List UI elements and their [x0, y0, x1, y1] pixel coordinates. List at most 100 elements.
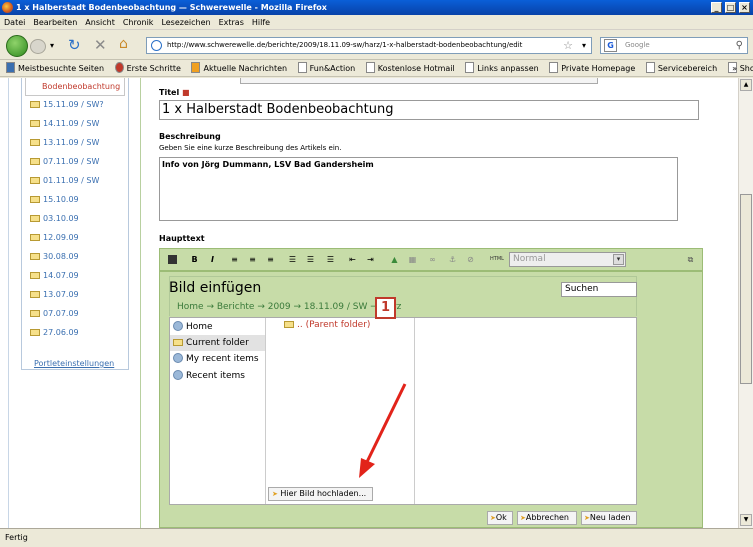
- bookmark-item[interactable]: Aktuelle Nachrichten: [191, 62, 287, 73]
- folder-icon: [30, 158, 40, 165]
- link-icon[interactable]: ∞: [428, 255, 437, 264]
- definition-list-icon[interactable]: ☰: [326, 255, 335, 264]
- column-divider: [140, 78, 141, 528]
- bold-icon[interactable]: B: [190, 255, 199, 264]
- scroll-up-icon[interactable]: ▲: [740, 79, 752, 91]
- bookmarks-toolbar: Meistbesuchte Seiten Erste Schritte Aktu…: [0, 61, 753, 77]
- menu-ansicht[interactable]: Ansicht: [81, 15, 119, 30]
- sidebar-item[interactable]: 27.06.09: [30, 328, 79, 337]
- url-text: http://www.schwerewelle.de/berichte/2009…: [167, 41, 523, 49]
- url-dropdown-icon[interactable]: ▾: [582, 38, 586, 53]
- menu-extras[interactable]: Extras: [215, 15, 248, 30]
- page-icon: [549, 62, 559, 73]
- menu-chronik[interactable]: Chronik: [119, 15, 158, 30]
- sidebar-item[interactable]: 03.10.09: [30, 214, 79, 223]
- scroll-down-icon[interactable]: ▼: [740, 514, 752, 526]
- sidebar-item[interactable]: 14.07.09: [30, 271, 79, 280]
- nav-current-folder[interactable]: Current folder: [170, 335, 265, 351]
- align-left-icon[interactable]: ≡: [230, 255, 239, 264]
- indent-icon[interactable]: ⇥: [366, 255, 375, 264]
- bookmarks-overflow-icon[interactable]: »: [732, 61, 737, 77]
- reload-button[interactable]: ➤Neu laden: [581, 511, 637, 525]
- window-title: 1 x Halberstadt Bodenbeobachtung — Schwe…: [16, 3, 327, 12]
- page-icon: [365, 62, 375, 73]
- outdent-icon[interactable]: ⇤: [348, 255, 357, 264]
- align-center-icon[interactable]: ≡: [248, 255, 257, 264]
- edit-tabs-strip[interactable]: [240, 78, 598, 84]
- folder-icon: [30, 310, 40, 317]
- sidebar-item[interactable]: 13.11.09 / SW: [30, 138, 99, 147]
- sidebar-item[interactable]: 15.10.09: [30, 195, 79, 204]
- sidebar-item[interactable]: 14.11.09 / SW: [30, 119, 99, 128]
- site-identity-icon[interactable]: [151, 40, 162, 51]
- url-bar[interactable]: http://www.schwerewelle.de/berichte/2009…: [146, 37, 592, 54]
- browser-nav-column: Home Current folder My recent items Rece…: [170, 318, 266, 504]
- sidebar-item[interactable]: 13.07.09: [30, 290, 79, 299]
- save-icon[interactable]: [168, 255, 177, 264]
- html-source-icon[interactable]: HTML: [490, 255, 504, 264]
- title-input[interactable]: 1 x Halberstadt Bodenbeobachtung: [159, 100, 699, 120]
- upload-image-button[interactable]: ➤ Hier Bild hochladen...: [268, 487, 373, 501]
- annotation-arrow: [359, 383, 407, 478]
- google-engine-icon[interactable]: G: [604, 39, 617, 52]
- scrollbar-thumb[interactable]: [740, 194, 752, 384]
- maximize-button[interactable]: □: [725, 2, 736, 13]
- parent-folder-link[interactable]: .. (Parent folder): [284, 320, 370, 330]
- search-input[interactable]: G Google ⚲: [600, 37, 748, 54]
- fullscreen-icon[interactable]: ⧉: [686, 255, 695, 264]
- bookmark-item[interactable]: Meistbesuchte Seiten: [6, 62, 104, 73]
- history-dropdown-icon[interactable]: ▾: [50, 41, 54, 50]
- bookmark-item[interactable]: Private Homepage: [549, 62, 635, 73]
- italic-icon[interactable]: I: [208, 255, 217, 264]
- sidebar-item[interactable]: 01.11.09 / SW: [30, 176, 99, 185]
- bookmark-item[interactable]: Kostenlose Hotmail: [365, 62, 455, 73]
- bookmark-item[interactable]: Erste Schritte: [114, 62, 181, 73]
- insert-image-icon[interactable]: ▲: [390, 255, 399, 264]
- vertical-scrollbar[interactable]: ▲ ▼: [738, 78, 753, 528]
- sidebar-item[interactable]: 07.11.09 / SW: [30, 157, 99, 166]
- nav-my-recent-items[interactable]: My recent items: [170, 351, 265, 367]
- menu-datei[interactable]: Datei: [0, 15, 29, 30]
- portlet-settings-link[interactable]: Portleteinstellungen: [34, 359, 114, 368]
- sidebar-item[interactable]: 15.11.09 / SW?: [30, 100, 104, 109]
- stop-icon[interactable]: ✕: [94, 36, 107, 54]
- menu-lesezeichen[interactable]: Lesezeichen: [157, 15, 214, 30]
- description-textarea[interactable]: Info von Jörg Dummann, LSV Bad Gandershe…: [159, 157, 678, 221]
- bookmark-item[interactable]: Servicebereich: [645, 62, 717, 73]
- sidebar-item[interactable]: 07.07.09: [30, 309, 79, 318]
- sidebar-item[interactable]: 30.08.09: [30, 252, 79, 261]
- cancel-button[interactable]: ➤Abbrechen: [517, 511, 577, 525]
- format-select[interactable]: Normal ▾: [509, 252, 626, 267]
- insert-table-icon[interactable]: ▦: [408, 255, 417, 264]
- list-unordered-icon[interactable]: ☰: [306, 255, 315, 264]
- reload-icon[interactable]: ↻: [68, 36, 81, 54]
- home-icon[interactable]: ⌂: [119, 36, 128, 52]
- list-ordered-icon[interactable]: ☰: [288, 255, 297, 264]
- sidebar-active-item[interactable]: Bodenbeobachtung: [25, 78, 125, 96]
- nav-home[interactable]: Home: [170, 319, 265, 335]
- anchor-icon[interactable]: ⚓: [448, 255, 457, 264]
- status-bar: Fertig: [0, 528, 753, 547]
- recent-icon: [173, 353, 183, 363]
- sidebar-item[interactable]: 12.09.09: [30, 233, 79, 242]
- unlink-icon[interactable]: ⊘: [466, 255, 475, 264]
- bookmark-item[interactable]: Links anpassen: [465, 62, 539, 73]
- bookmark-icon: [6, 62, 15, 73]
- back-icon[interactable]: [6, 35, 28, 57]
- align-right-icon[interactable]: ≡: [266, 255, 275, 264]
- dialog-search-input[interactable]: Suchen: [561, 282, 637, 297]
- close-button[interactable]: ×: [739, 2, 750, 13]
- dialog-breadcrumb[interactable]: Home → Berichte → 2009 → 18.11.09 / SW →…: [177, 302, 401, 312]
- ok-button[interactable]: ➤Ok: [487, 511, 513, 525]
- forward-icon[interactable]: [30, 39, 46, 54]
- folder-icon: [284, 321, 294, 328]
- menu-hilfe[interactable]: Hilfe: [248, 15, 274, 30]
- folder-icon: [30, 234, 40, 241]
- menu-bearbeiten[interactable]: Bearbeiten: [29, 15, 81, 30]
- bookmark-item[interactable]: Fun&Action: [297, 62, 355, 73]
- search-icon[interactable]: ⚲: [736, 38, 743, 53]
- firefox-icon: [2, 2, 13, 13]
- minimize-button[interactable]: _: [711, 2, 722, 13]
- nav-recent-items[interactable]: Recent items: [170, 368, 265, 384]
- bookmark-star-icon[interactable]: ☆: [563, 38, 573, 53]
